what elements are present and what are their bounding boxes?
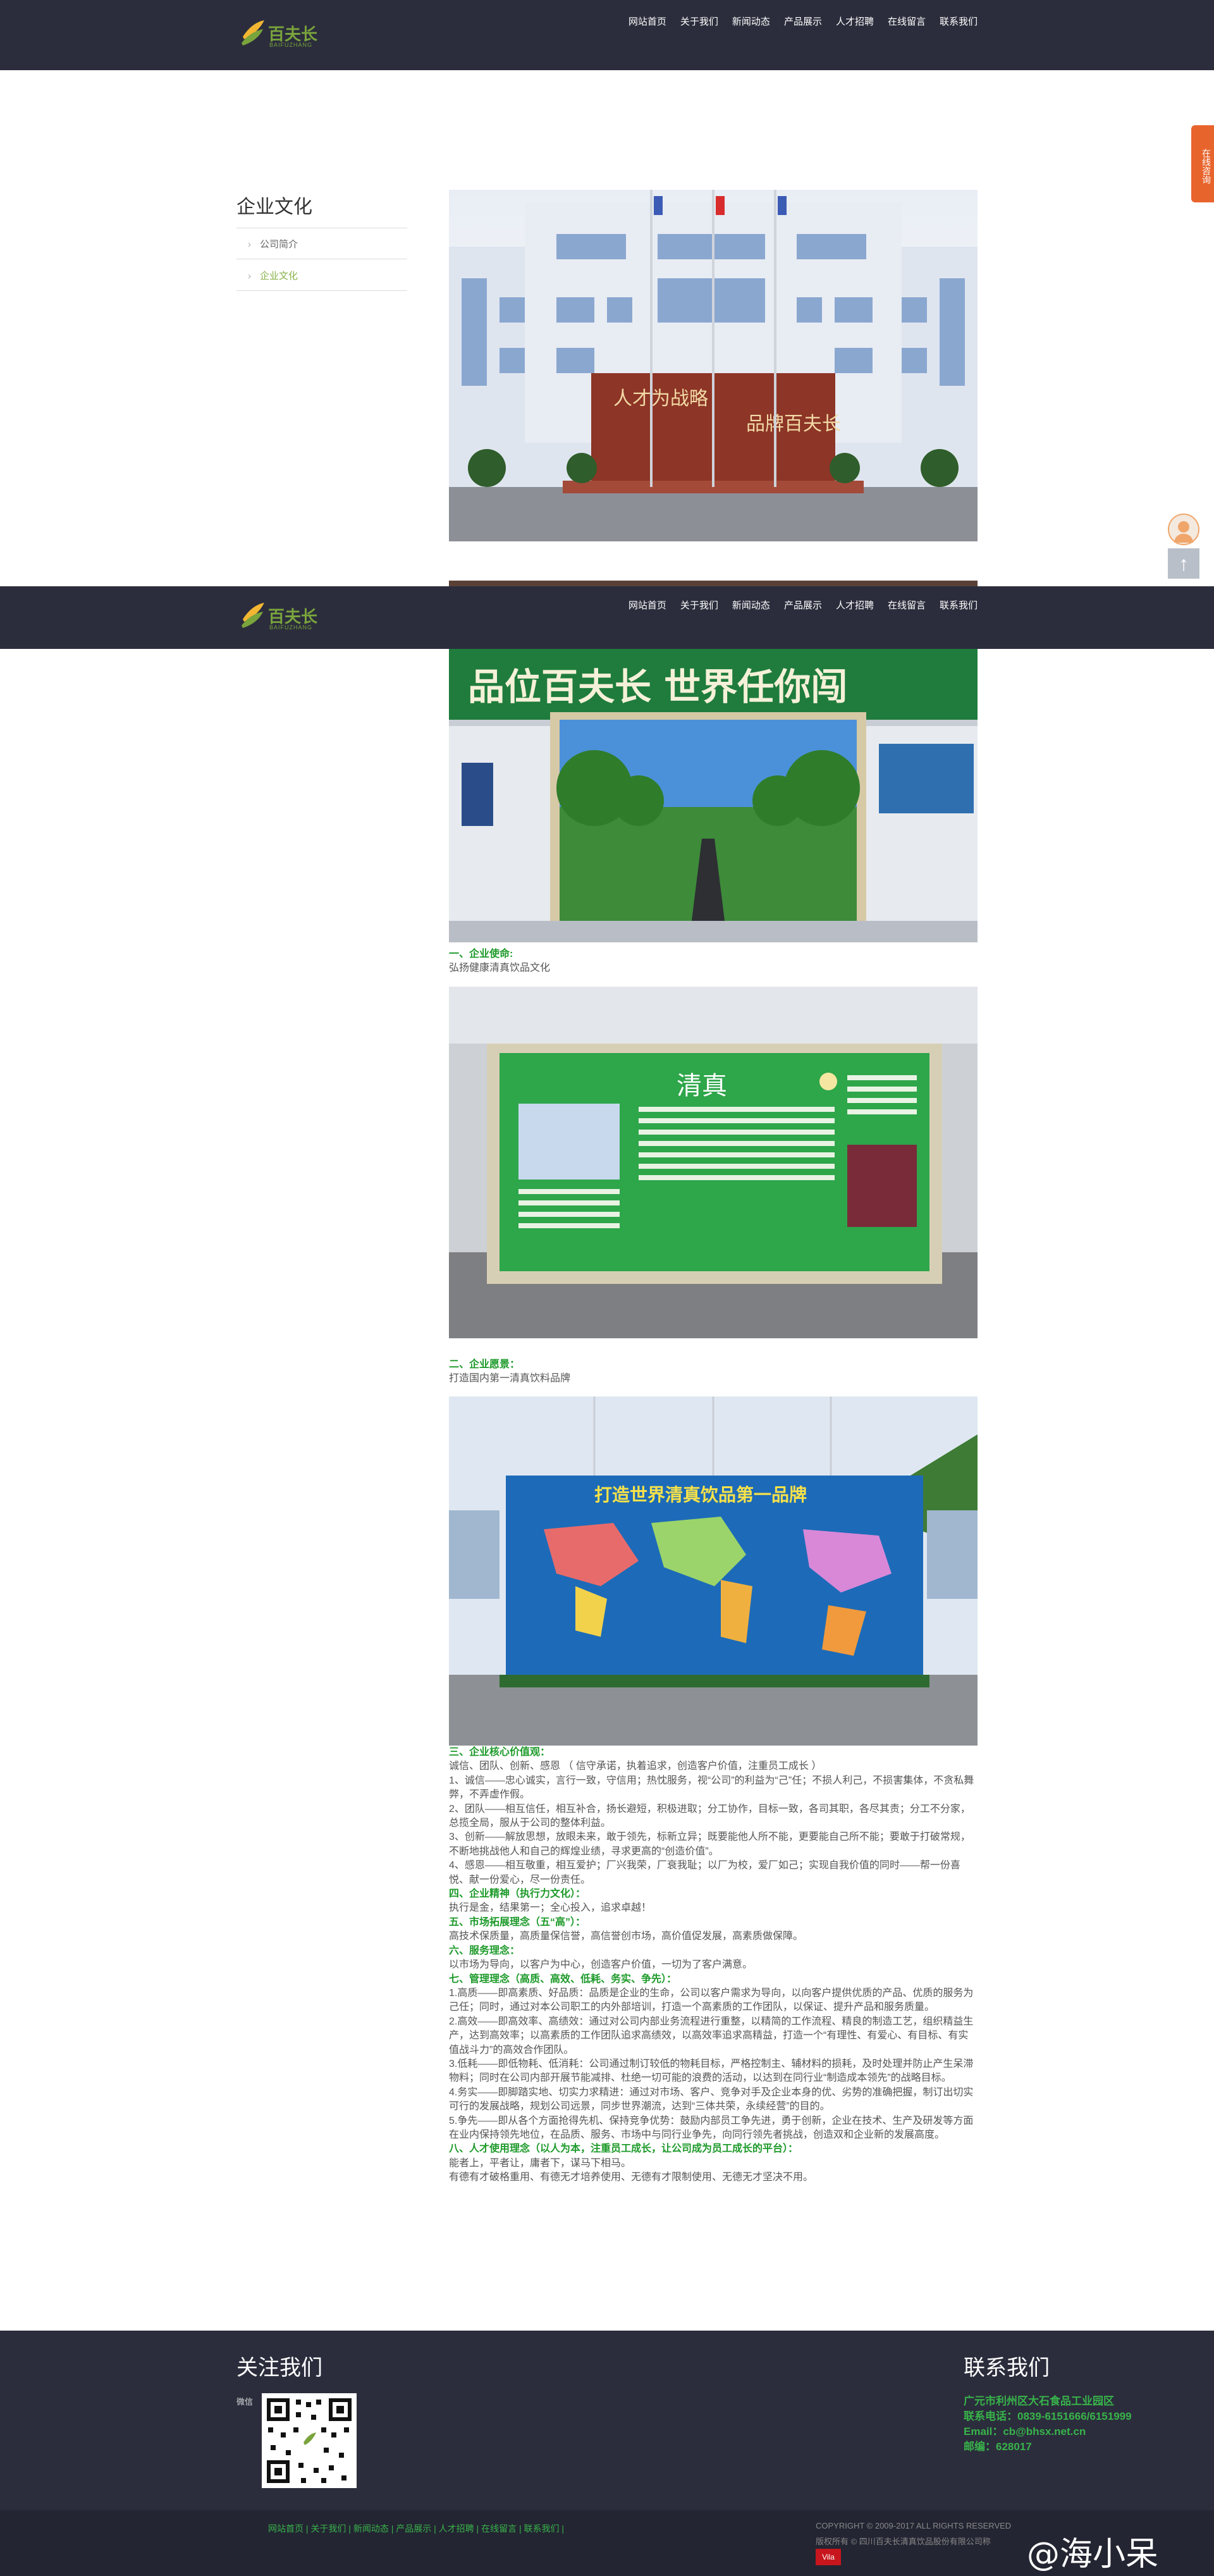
avatar-face: [1178, 521, 1189, 533]
management-heading: 七、管理理念（高质、高效、低耗、务实、争先）：: [449, 1973, 677, 1985]
qr-code-icon: [262, 2393, 357, 2488]
building-image: 人才为战略 品牌百夫长: [449, 190, 978, 541]
nav-jobs[interactable]: 人才招聘: [829, 14, 881, 30]
wechat-qr-code: [262, 2393, 357, 2488]
nav-news[interactable]: 新闻动态: [725, 598, 777, 614]
leaf-logo-icon: [242, 603, 264, 628]
talent-heading: 八、人才使用理念（以人为本，注重员工成长，让公司成为员工成长的平台）：: [449, 2143, 799, 2155]
footer-address: 广元市利州区大石食品工业园区: [964, 2395, 1114, 2407]
chevron-right-icon: ›: [248, 239, 251, 250]
nav-home[interactable]: 网站首页: [628, 14, 673, 30]
mission-title: 一、企业使命:: [449, 949, 513, 959]
logo-subtext: BAIFUZHANG: [269, 42, 313, 48]
body-line: 有德有才破格重用、有德无才培养使用、无德有才限制使用、无德无才坚决不用。: [449, 2172, 814, 2183]
nav-message[interactable]: 在线留言: [881, 598, 933, 614]
footer-links[interactable]: 网站首页 | 关于我们 | 新闻动态 | 产品展示 | 人才招聘 | 在线留言 …: [268, 2522, 564, 2535]
hall-banner-text: 品位百夫长 世界任你闯: [468, 665, 847, 708]
slogan-right-text: 品牌百夫长: [746, 413, 841, 435]
chevron-right-icon: ›: [248, 271, 251, 281]
map-image: 打造世界清真饮品第一品牌: [449, 1396, 978, 1746]
hall-photo: 品位百夫长 世界任你闯: [449, 649, 978, 942]
hall-image: 品位百夫长 世界任你闯: [449, 649, 978, 942]
copyright-text: COPYRIGHT © 2009-2017 ALL RIGHTS RESERVE…: [816, 2521, 1012, 2530]
back-to-top-button[interactable]: ↑: [1168, 548, 1199, 579]
body-line: 3、创新——解放思想，放眼未来，敢于领先，标新立异；既要能他人所不能，更要能自己…: [449, 1832, 971, 1857]
board-image: 清真: [449, 987, 978, 1338]
logo[interactable]: 百夫长 BAIFUZHANG: [239, 596, 328, 634]
body-line: 2.高效——即高效率、高绩效：通过对公司内部业务流程进行重整，以精简的工作流程、…: [449, 2016, 974, 2055]
nav-about[interactable]: 关于我们: [673, 598, 725, 614]
nav-contact[interactable]: 联系我们: [933, 598, 978, 614]
nav-jobs[interactable]: 人才招聘: [829, 598, 881, 614]
map-photo: 打造世界清真饮品第一品牌: [449, 1396, 978, 1746]
follow-us-title: 关注我们: [236, 2356, 322, 2380]
core-values-heading: 三、企业核心价值观：: [449, 1747, 551, 1758]
contact-us-title: 联系我们: [964, 2356, 1050, 2380]
spirit-heading: 四、企业精神（执行力文化）：: [449, 1889, 586, 1900]
body-line: 4.务实——即脚踏实地、切实力求精进：通过对市场、客户、竞争对手及企业本身的优、…: [449, 2086, 974, 2112]
sidebar-title: 企业文化: [236, 197, 312, 218]
avatar-body: [1174, 534, 1193, 543]
main-nav: 网站首页 关于我们 新闻动态 产品展示 人才招聘 在线留言 联系我们: [628, 14, 978, 30]
building-photo: 人才为战略 品牌百夫长: [449, 190, 978, 541]
mission-text: 弘扬健康清真饮品文化: [449, 963, 551, 973]
board-title-text: 清真: [677, 1071, 727, 1100]
sidebar-item-label: 公司简介: [260, 239, 298, 250]
service-avatar-icon[interactable]: [1168, 514, 1199, 545]
weibo-watermark: @海小呆: [1027, 2536, 1159, 2573]
footer-phone: 联系电话：0839-6151666/6151999: [964, 2410, 1132, 2422]
main-nav: 网站首页 关于我们 新闻动态 产品展示 人才招聘 在线留言 联系我们: [628, 598, 978, 614]
board-photo: 清真: [449, 987, 978, 1338]
service-heading: 六、服务理念：: [449, 1945, 520, 1956]
map-title-text: 打造世界清真饮品第一品牌: [594, 1484, 807, 1505]
sidebar-item-culture[interactable]: › 企业文化: [248, 269, 298, 282]
footer-email[interactable]: Email：cb@bhsx.net.cn: [964, 2422, 1086, 2438]
body-line: 诚信、团队、创新、感恩 （ 信守承诺，执着追求，创造客户价值，注重员工成长 ）: [449, 1761, 822, 1772]
leaf-logo-icon: [242, 20, 264, 46]
body-line: 1、诚信——忠心诚实，言行一致，守信用；热忱服务，视“公司”的利益为“己”任；不…: [449, 1775, 974, 1801]
culture-body-text: 三、企业核心价值观： 诚信、团队、创新、感恩 （ 信守承诺，执着追求，创造客户价…: [449, 1746, 978, 2185]
body-line: 3.低耗——即低物耗、低消耗：公司通过制订较低的物耗目标，严格控制主、辅材料的损…: [449, 2058, 974, 2084]
sidebar-item-label: 企业文化: [260, 271, 298, 281]
market-heading: 五、市场拓展理念（五“高”）：: [449, 1916, 586, 1928]
nav-products[interactable]: 产品展示: [777, 14, 829, 30]
vision-title: 二、企业愿景：: [449, 1359, 520, 1370]
site-badge[interactable]: Vila: [816, 2549, 841, 2565]
body-line: 高技术保质量，高质量保信誉，高信誉创市场，高价值促发展，高素质做保障。: [449, 1931, 804, 1942]
body-line: 执行是金，结果第一；全心投入，追求卓越！: [449, 1902, 652, 1914]
online-consult-tab[interactable]: 在线咨询: [1191, 125, 1214, 202]
body-line: 5.争先——即从各个方面抢得先机、保持竞争优势：鼓励内部员工争先进，勇于创新，企…: [449, 2115, 974, 2140]
body-line: 1.高质——即高素质、好品质：品质是企业的生命，公司以客户需求为导向，以向客户提…: [449, 1987, 974, 2013]
logo-subtext: BAIFUZHANG: [269, 624, 313, 631]
slogan-left-text: 人才为战略: [613, 388, 708, 410]
wechat-label: 微信: [236, 2397, 254, 2407]
top-header: 百夫长 BAIFUZHANG 网站首页 关于我们 新闻动态 产品展示 人才招聘 …: [0, 0, 1214, 70]
body-line: 4、感恩——相互敬重，相互爱护；厂兴我荣，厂衰我耻；以厂为校，爱厂如己；实现自我…: [449, 1860, 960, 1885]
nav-contact[interactable]: 联系我们: [933, 14, 978, 30]
sticky-header: 百夫长 BAIFUZHANG 网站首页 关于我们 新闻动态 产品展示 人才招聘 …: [0, 586, 1214, 649]
vision-text: 打造国内第一清真饮料品牌: [449, 1373, 571, 1384]
body-line: 以市场为导向，以客户为中心，创造客户价值，一切为了客户满意。: [449, 1959, 753, 1971]
nav-about[interactable]: 关于我们: [673, 14, 725, 30]
footer-postcode: 邮编：628017: [964, 2441, 1032, 2453]
logo[interactable]: 百夫长 BAIFUZHANG: [239, 14, 328, 52]
sidebar-divider: [236, 290, 407, 291]
nav-message[interactable]: 在线留言: [881, 14, 933, 30]
body-line: 能者上，平者让，庸者下，谋马下相马。: [449, 2157, 632, 2169]
owner-text: 版权所有 © 四川百夫长清真饮品股份有限公司称: [816, 2537, 991, 2546]
nav-news[interactable]: 新闻动态: [725, 14, 777, 30]
nav-products[interactable]: 产品展示: [777, 598, 829, 614]
sidebar-item-company-profile[interactable]: › 公司简介: [248, 237, 298, 250]
nav-home[interactable]: 网站首页: [628, 598, 673, 614]
body-line: 2、团队——相互信任，相互补合，扬长避短，积极进取；分工协作，目标一致，各司其职…: [449, 1803, 971, 1829]
